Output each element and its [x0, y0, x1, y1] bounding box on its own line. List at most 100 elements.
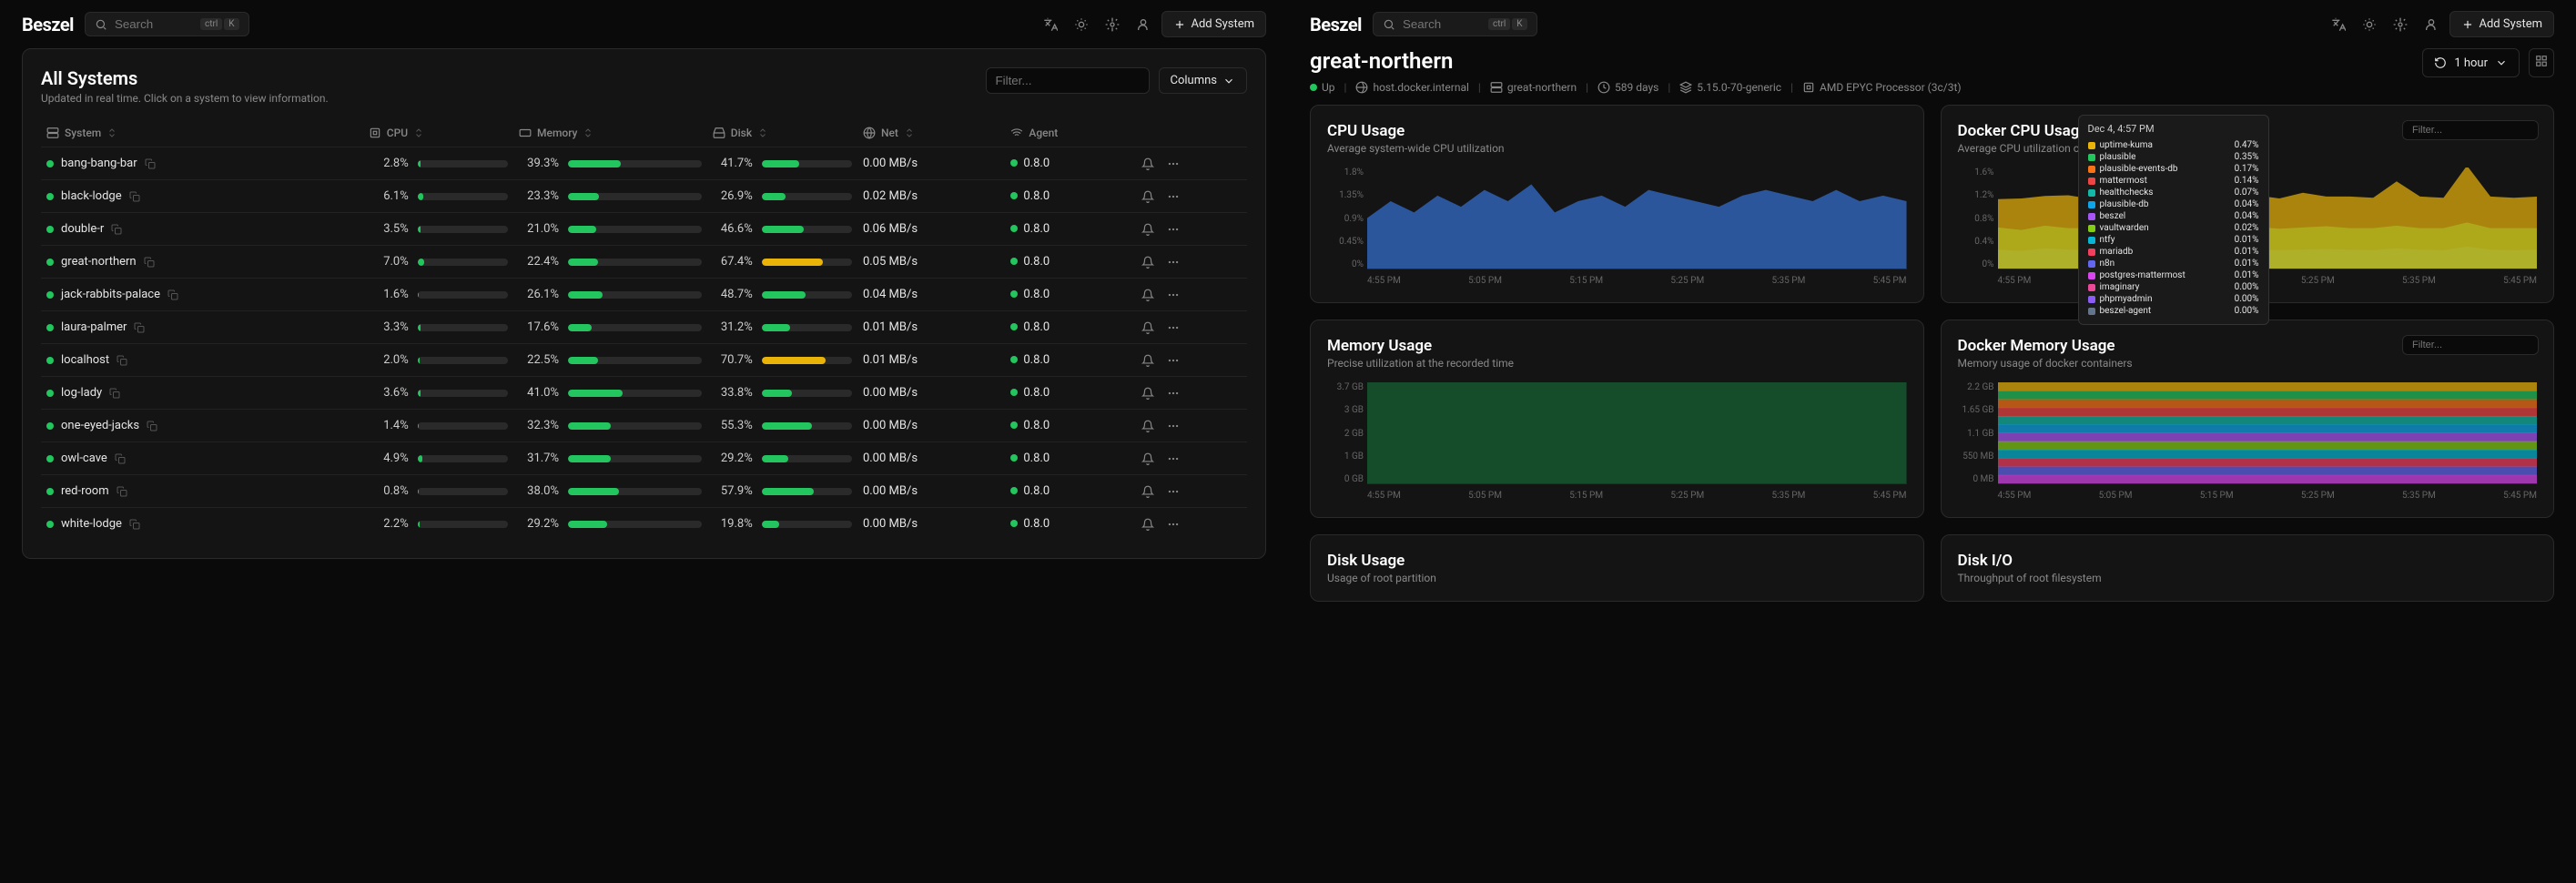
time-range-select[interactable]: 1 hour [2422, 48, 2520, 77]
bell-icon[interactable] [1141, 387, 1154, 400]
card-disk-usage: Disk Usage Usage of root partition [1310, 534, 1924, 602]
table-row[interactable]: double-r 3.5% 21.0% 46.6% 0.06 MB/s 0.8.… [41, 213, 1247, 246]
search-input[interactable] [1403, 17, 1476, 31]
copy-icon[interactable] [129, 191, 140, 202]
page-subtitle: Updated in real time. Click on a system … [41, 92, 329, 105]
table-row[interactable]: log-lady 3.6% 41.0% 33.8% 0.00 MB/s 0.8.… [41, 377, 1247, 410]
settings-icon[interactable] [1105, 17, 1120, 32]
disk-icon [713, 127, 725, 139]
tag-icon [1679, 81, 1692, 94]
table-row[interactable]: laura-palmer 3.3% 17.6% 31.2% 0.01 MB/s … [41, 311, 1247, 344]
more-icon[interactable] [1167, 157, 1180, 170]
clock-icon [1597, 81, 1610, 94]
bell-icon[interactable] [1141, 256, 1154, 269]
copy-icon[interactable] [111, 224, 122, 235]
chevron-down-icon [1222, 75, 1235, 87]
col-memory[interactable]: Memory [519, 127, 702, 139]
table-row[interactable]: bang-bang-bar 2.8% 39.3% 41.7% 0.00 MB/s… [41, 147, 1247, 180]
theme-icon[interactable] [2362, 17, 2377, 32]
bell-icon[interactable] [1141, 354, 1154, 367]
table-row[interactable]: great-northern 7.0% 22.4% 67.4% 0.05 MB/… [41, 246, 1247, 279]
search-box[interactable]: ctrlK [1373, 12, 1537, 36]
bell-icon[interactable] [1141, 452, 1154, 465]
system-name: red-room [61, 484, 109, 498]
card-filter-input[interactable] [2402, 335, 2539, 355]
more-icon[interactable] [1167, 485, 1180, 498]
bell-icon[interactable] [1141, 190, 1154, 203]
layout-toggle[interactable] [2529, 48, 2554, 77]
theme-icon[interactable] [1074, 17, 1089, 32]
copy-icon[interactable] [147, 421, 157, 431]
globe-icon [1355, 81, 1368, 94]
bell-icon[interactable] [1141, 518, 1154, 531]
col-net[interactable]: Net [863, 127, 999, 139]
table-row[interactable]: localhost 2.0% 22.5% 70.7% 0.01 MB/s 0.8… [41, 344, 1247, 377]
language-icon[interactable] [2331, 17, 2346, 32]
net-value: 0.05 MB/s [857, 246, 1005, 279]
copy-icon[interactable] [115, 453, 126, 464]
net-icon [863, 127, 876, 139]
filter-input[interactable] [986, 67, 1150, 94]
history-icon [2434, 56, 2447, 69]
net-value: 0.01 MB/s [857, 344, 1005, 377]
columns-button[interactable]: Columns [1159, 67, 1248, 94]
more-icon[interactable] [1167, 289, 1180, 301]
user-icon[interactable] [1136, 17, 1151, 32]
more-icon[interactable] [1167, 420, 1180, 432]
net-value: 0.02 MB/s [857, 180, 1005, 213]
logo[interactable]: Beszel [22, 14, 74, 36]
bell-icon[interactable] [1141, 420, 1154, 432]
search-input[interactable] [115, 17, 188, 31]
copy-icon[interactable] [117, 486, 127, 497]
table-row[interactable]: owl-cave 4.9% 31.7% 29.2% 0.00 MB/s 0.8.… [41, 442, 1247, 475]
search-icon [1383, 18, 1395, 31]
copy-icon[interactable] [134, 322, 145, 333]
table-row[interactable]: white-lodge 2.2% 29.2% 19.8% 0.00 MB/s 0… [41, 508, 1247, 541]
more-icon[interactable] [1167, 387, 1180, 400]
meta-uptime: 589 days [1597, 81, 1658, 94]
logo[interactable]: Beszel [1310, 14, 1362, 36]
more-icon[interactable] [1167, 518, 1180, 531]
bell-icon[interactable] [1141, 321, 1154, 334]
col-disk[interactable]: Disk [713, 127, 852, 139]
search-box[interactable]: ctrlK [85, 12, 249, 36]
user-icon[interactable] [2424, 17, 2439, 32]
bell-icon[interactable] [1141, 223, 1154, 236]
card-filter-input[interactable] [2402, 120, 2539, 140]
system-name: black-lodge [61, 189, 122, 203]
net-value: 0.00 MB/s [857, 442, 1005, 475]
table-row[interactable]: red-room 0.8% 38.0% 57.9% 0.00 MB/s 0.8.… [41, 475, 1247, 508]
bell-icon[interactable] [1141, 485, 1154, 498]
agent-value: 0.8.0 [1005, 475, 1136, 508]
more-icon[interactable] [1167, 223, 1180, 236]
add-system-button[interactable]: Add System [2449, 11, 2555, 37]
system-name: laura-palmer [61, 320, 127, 334]
copy-icon[interactable] [144, 257, 155, 268]
language-icon[interactable] [1043, 17, 1058, 32]
server-icon [46, 127, 59, 139]
copy-icon[interactable] [129, 519, 140, 530]
more-icon[interactable] [1167, 321, 1180, 334]
table-row[interactable]: one-eyed-jacks 1.4% 32.3% 55.3% 0.00 MB/… [41, 410, 1247, 442]
agent-value: 0.8.0 [1005, 279, 1136, 311]
copy-icon[interactable] [167, 289, 178, 300]
system-name: owl-cave [61, 452, 107, 465]
col-system[interactable]: System [46, 127, 358, 139]
copy-icon[interactable] [145, 158, 156, 169]
more-icon[interactable] [1167, 190, 1180, 203]
copy-icon[interactable] [109, 388, 120, 399]
add-system-button[interactable]: Add System [1161, 11, 1267, 37]
table-row[interactable]: black-lodge 6.1% 23.3% 26.9% 0.02 MB/s 0… [41, 180, 1247, 213]
settings-icon[interactable] [2393, 17, 2408, 32]
more-icon[interactable] [1167, 452, 1180, 465]
bell-icon[interactable] [1141, 157, 1154, 170]
bell-icon[interactable] [1141, 289, 1154, 301]
card-cpu-usage: CPU Usage Average system-wide CPU utiliz… [1310, 105, 1924, 303]
search-icon [95, 18, 107, 31]
col-cpu[interactable]: CPU [369, 127, 508, 139]
sort-icon [757, 127, 768, 138]
copy-icon[interactable] [117, 355, 127, 366]
more-icon[interactable] [1167, 256, 1180, 269]
table-row[interactable]: jack-rabbits-palace 1.6% 26.1% 48.7% 0.0… [41, 279, 1247, 311]
more-icon[interactable] [1167, 354, 1180, 367]
